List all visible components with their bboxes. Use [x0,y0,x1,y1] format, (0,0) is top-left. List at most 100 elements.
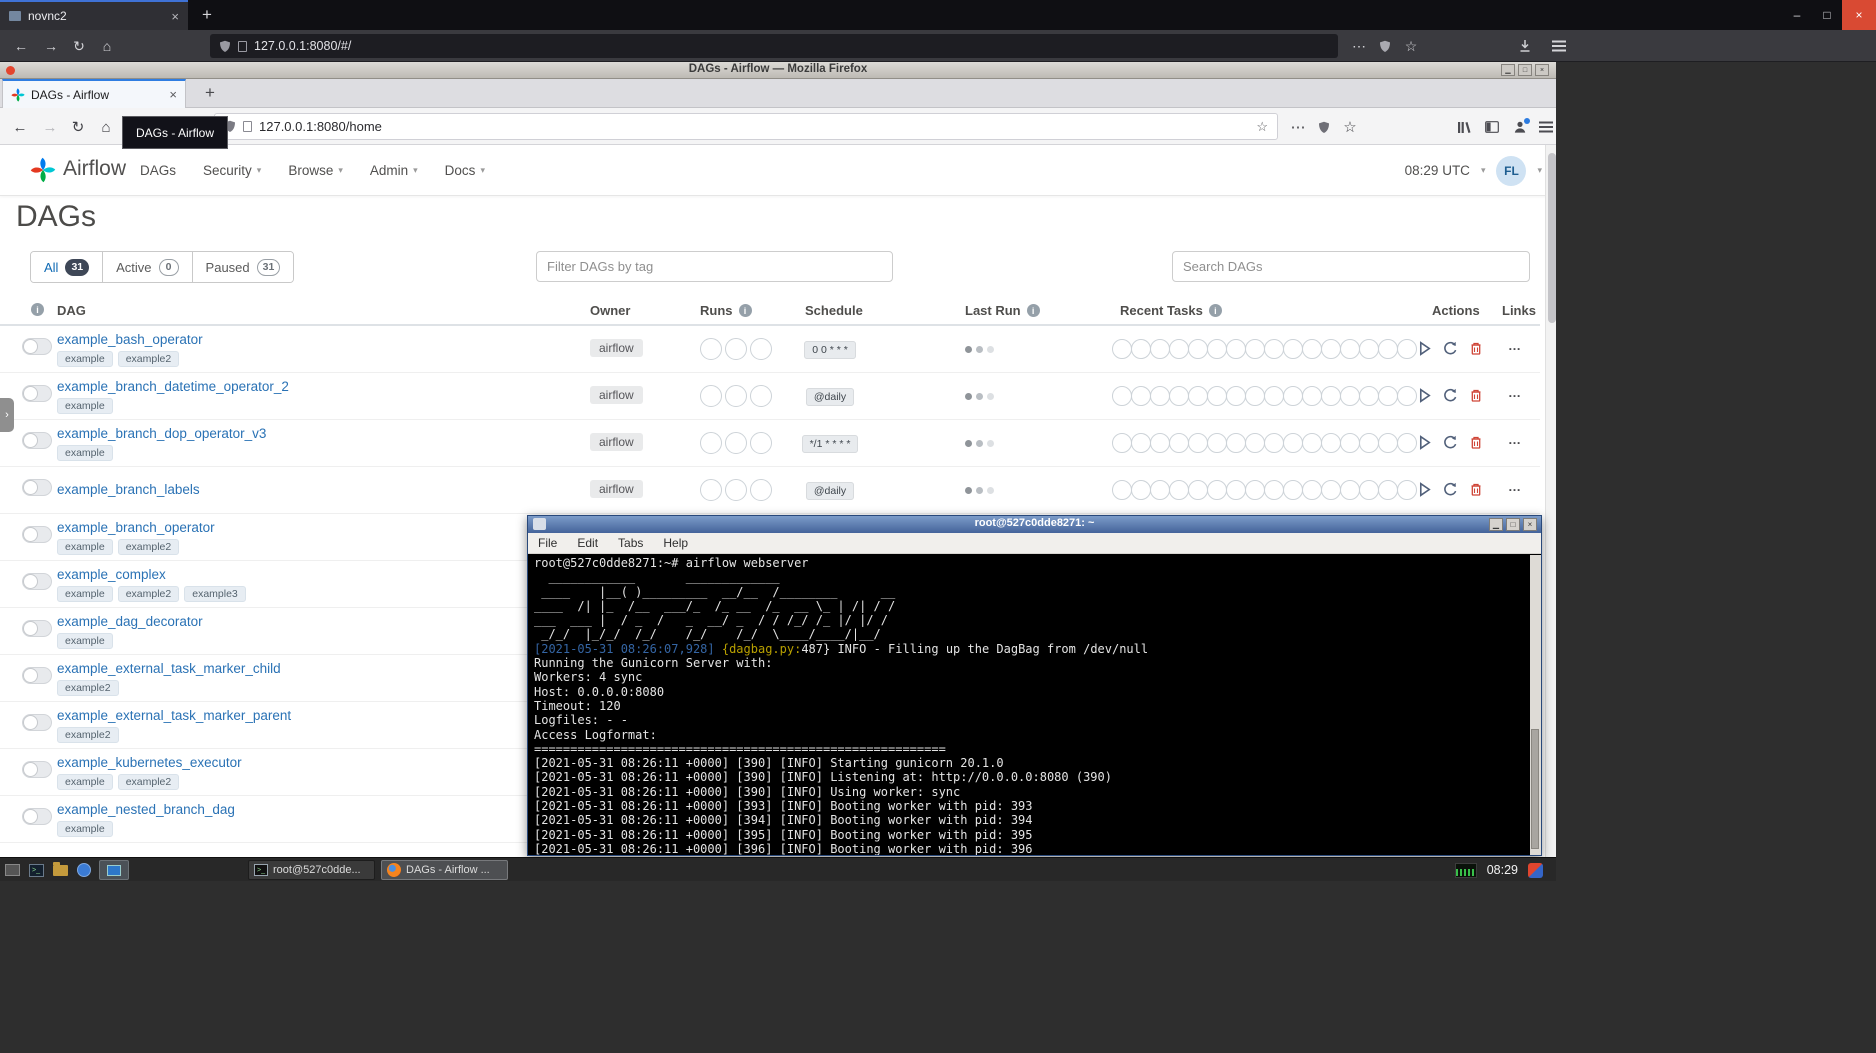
task-status-circle[interactable] [1340,339,1360,359]
dag-pause-toggle[interactable] [22,385,52,402]
outer-url-bar[interactable]: 127.0.0.1:8080/#/ [210,34,1338,58]
url-bar[interactable]: 127.0.0.1:8080/home ☆ [214,113,1278,140]
nav-item-admin[interactable]: Admin ▾ [370,163,418,178]
page-actions-icon[interactable]: ⋯ [1286,115,1310,139]
run-status-circle[interactable] [750,432,772,454]
task-status-circle[interactable] [1207,433,1227,453]
sidebar-icon[interactable] [1480,115,1504,139]
utc-clock[interactable]: 08:29 UTC [1405,163,1470,178]
dag-pause-toggle[interactable] [22,338,52,355]
task-status-circle[interactable] [1378,386,1398,406]
run-status-circle[interactable] [725,479,747,501]
dag-links-menu[interactable]: … [1508,432,1522,447]
task-status-circle[interactable] [1321,386,1341,406]
delete-dag-button[interactable] [1468,387,1484,404]
dag-links-menu[interactable]: … [1508,479,1522,494]
task-status-circle[interactable] [1226,339,1246,359]
task-status-circle[interactable] [1283,433,1303,453]
dag-tag[interactable]: example [57,539,113,555]
show-desktop-icon[interactable] [3,861,21,879]
dag-tag[interactable]: example2 [117,586,180,602]
delete-dag-button[interactable] [1468,340,1484,357]
run-status-circle[interactable] [725,338,747,360]
task-status-circle[interactable] [1112,339,1132,359]
refresh-dag-button[interactable] [1442,481,1459,498]
trigger-dag-button[interactable] [1416,481,1433,498]
dag-link[interactable]: example_branch_datetime_operator_2 [57,379,289,394]
outer-browser-tab[interactable]: novnc2 × [0,0,188,30]
run-status-circle[interactable] [700,479,722,501]
task-status-circle[interactable] [1340,480,1360,500]
terminal-menu-file[interactable]: File [538,536,557,550]
terminal-maximize-button[interactable]: □ [1506,518,1520,531]
taskbar-clock[interactable]: 08:29 [1487,863,1518,877]
column-header-last-run[interactable]: Last Run i [965,303,1040,318]
avatar[interactable]: FL [1496,155,1527,186]
dag-pause-toggle[interactable] [22,667,52,684]
tray-app-icon[interactable] [1528,862,1543,878]
dag-tag[interactable]: example2 [117,351,180,367]
menu-icon[interactable] [1534,115,1558,139]
task-status-circle[interactable] [1340,386,1360,406]
page-info-icon[interactable] [238,40,247,52]
task-status-circle[interactable] [1359,433,1379,453]
outer-forward-button[interactable]: → [38,30,64,62]
task-status-circle[interactable] [1283,386,1303,406]
terminal-titlebar[interactable]: root@527c0dde8271: ~ ▁ □ × [528,516,1541,533]
task-status-circle[interactable] [1169,339,1189,359]
run-status-circle[interactable] [700,385,722,407]
task-status-circle[interactable] [1321,480,1341,500]
run-status-circle[interactable] [750,479,772,501]
task-status-circle[interactable] [1245,433,1265,453]
wm-shade-button[interactable]: ▁ [1501,64,1515,76]
wm-close-button[interactable]: × [1535,64,1549,76]
task-status-circle[interactable] [1359,339,1379,359]
column-header-schedule[interactable]: Schedule [805,303,863,318]
dag-search-input[interactable] [1172,251,1530,282]
task-status-circle[interactable] [1283,339,1303,359]
task-status-circle[interactable] [1264,339,1284,359]
tracking-shield-icon[interactable] [219,40,231,53]
trigger-dag-button[interactable] [1416,434,1433,451]
tag-filter-input[interactable] [536,251,893,282]
dag-link[interactable]: example_external_task_marker_parent [57,708,291,723]
terminal-menu-tabs[interactable]: Tabs [618,536,643,550]
refresh-dag-button[interactable] [1442,434,1459,451]
nav-item-security[interactable]: Security ▾ [203,163,261,178]
reload-button[interactable]: ↻ [66,115,90,139]
task-status-circle[interactable] [1188,339,1208,359]
dag-tag[interactable]: example [57,774,113,790]
task-status-circle[interactable] [1302,480,1322,500]
task-status-circle[interactable] [1245,386,1265,406]
dag-link[interactable]: example_branch_operator [57,520,215,535]
terminal-scrollbar[interactable] [1530,555,1541,855]
task-status-circle[interactable] [1378,339,1398,359]
dag-tag[interactable]: example [57,633,113,649]
dag-pause-toggle[interactable] [22,714,52,731]
dag-link[interactable]: example_external_task_marker_child [57,661,281,676]
dag-tag[interactable]: example2 [57,680,119,696]
schedule-badge[interactable]: 0 0 * * * [804,341,856,359]
task-status-circle[interactable] [1302,433,1322,453]
back-button[interactable]: ← [8,115,32,139]
taskbar-window-button[interactable]: >_ root@527c0dde... [248,860,375,880]
task-status-circle[interactable] [1150,480,1170,500]
task-status-circle[interactable] [1264,386,1284,406]
column-header-links[interactable]: Links [1502,303,1536,318]
task-status-circle[interactable] [1188,386,1208,406]
browser-launcher-icon[interactable] [75,861,93,879]
task-status-circle[interactable] [1321,339,1341,359]
dag-tag[interactable]: example [57,351,113,367]
outer-back-button[interactable]: ← [8,30,34,62]
bookmark-star-icon[interactable]: ☆ [1256,119,1268,135]
outer-downloads-icon[interactable] [1512,30,1538,62]
schedule-badge[interactable]: @daily [805,388,855,406]
task-status-circle[interactable] [1150,386,1170,406]
task-status-circle[interactable] [1207,480,1227,500]
scrollbar-thumb[interactable] [1547,153,1556,323]
run-status-circle[interactable] [725,385,747,407]
terminal-scrollbar-thumb[interactable] [1531,729,1539,849]
task-status-circle[interactable] [1112,433,1132,453]
filter-tab-all[interactable]: All 31 [31,252,104,282]
task-status-circle[interactable] [1169,386,1189,406]
